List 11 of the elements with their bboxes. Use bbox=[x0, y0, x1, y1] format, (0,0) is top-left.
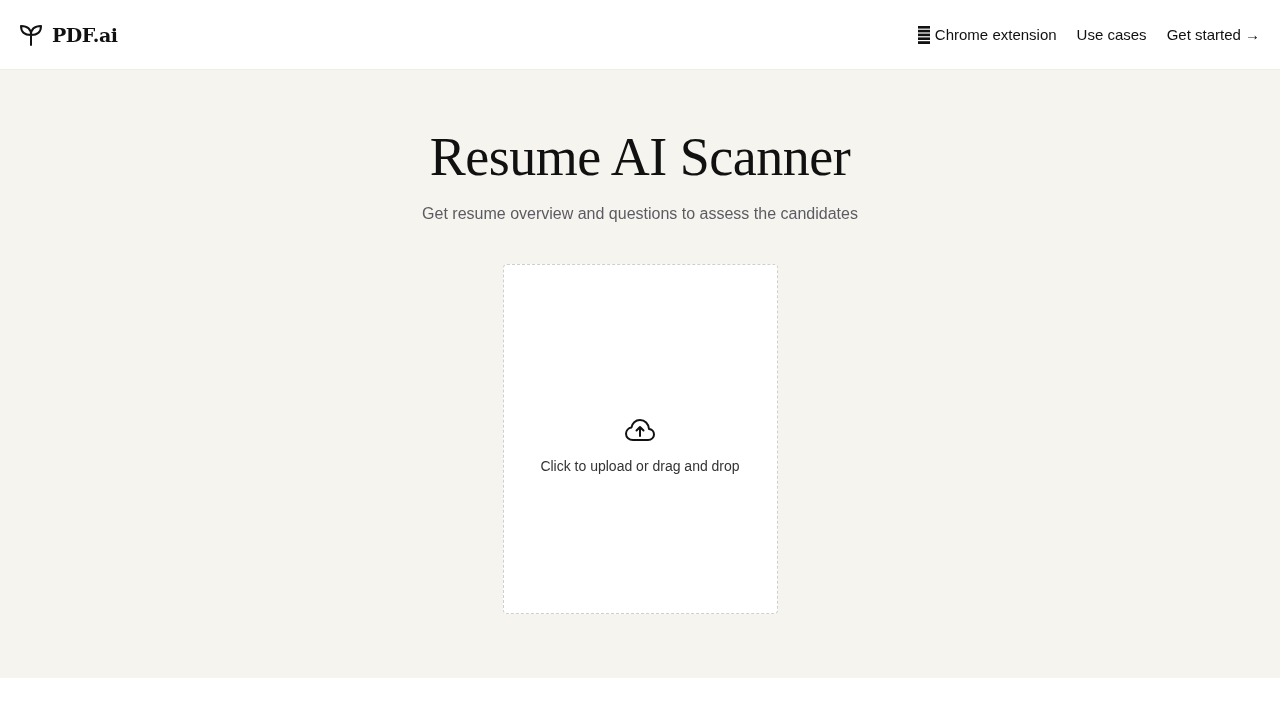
page-title: Resume AI Scanner bbox=[429, 126, 851, 189]
nav-link[interactable]: Chrome extension bbox=[917, 25, 1057, 44]
upload-prompt: Click to upload or drag and drop bbox=[540, 458, 740, 474]
nav-link[interactable]: Use cases bbox=[1076, 26, 1147, 43]
sprout-icon bbox=[19, 23, 43, 46]
page-subtitle: Get resume overview and questions to assess the candidates bbox=[422, 204, 858, 224]
logo-link[interactable]: PDF.ai bbox=[19, 23, 118, 46]
striped-bars-icon bbox=[917, 25, 930, 44]
upload-dropzone[interactable]: Click to upload or drag and drop bbox=[502, 264, 778, 614]
cloud-upload-icon bbox=[625, 418, 655, 442]
nav-link[interactable]: Get started → bbox=[1166, 26, 1260, 43]
